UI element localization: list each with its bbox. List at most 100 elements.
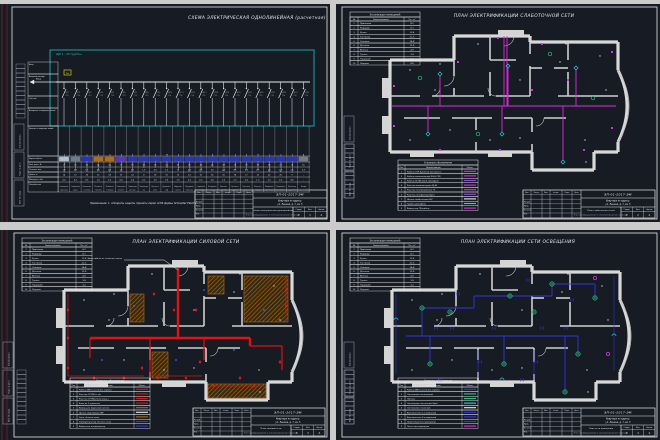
svg-text:Кондицион: Кондицион bbox=[276, 186, 285, 188]
svg-text:Резерв: Резерв bbox=[301, 186, 306, 188]
svg-text:Трубка домофона: Трубка домофона bbox=[407, 203, 427, 206]
svg-text:Инв. № подл.: Инв. № подл. bbox=[19, 190, 22, 204]
svg-text:21,3: 21,3 bbox=[82, 262, 87, 264]
svg-text:Розетка телевизионная TV: Розетка телевизионная TV bbox=[407, 190, 436, 192]
svg-text:Ввод: Ввод bbox=[36, 79, 42, 81]
svg-text:C16: C16 bbox=[236, 95, 239, 97]
svg-text:гостиная: гостиная bbox=[83, 189, 90, 191]
svg-text:C10: C10 bbox=[122, 95, 125, 97]
svg-text:Поз.: Поз. bbox=[399, 385, 404, 387]
svg-text:Кухня: Кухня bbox=[360, 32, 367, 34]
svg-text:Данные отходящих линий: Данные отходящих линий bbox=[29, 127, 53, 130]
svg-text:№: № bbox=[353, 18, 355, 21]
oneline-schematic-drawing: СХЕМА ЭЛЕКТРИЧЕСКАЯ ОДНОЛИНЕЙНАЯ (расчет… bbox=[0, 4, 330, 222]
sheet-title: ПЛАН ЭЛЕКТРИФИКАЦИИ СЛАБОТОЧНОЙ СЕТИ bbox=[454, 12, 575, 19]
svg-text:Освещение: Освещение bbox=[71, 186, 80, 188]
svg-text:Изм.: Изм. bbox=[525, 192, 529, 194]
svg-text:QF19: QF19 bbox=[271, 92, 275, 94]
svg-text:детская: детская bbox=[129, 189, 135, 191]
svg-text:12,6: 12,6 bbox=[410, 271, 415, 273]
svg-text:Блок из 2-х розеток: Блок из 2-х розеток bbox=[79, 403, 101, 405]
svg-text:ул. Ленина, д. 7, кв. 5: ул. Ленина, д. 7, кв. 5 bbox=[605, 421, 631, 424]
svg-text:Освещение: Освещение bbox=[60, 186, 69, 188]
sheet-title: ПЛАН ЭЛЕКТРИФИКАЦИИ СЕТИ ОСВЕЩЕНИЯ bbox=[461, 239, 575, 245]
svg-text:План слаботочных сетей: План слаботочных сетей bbox=[587, 209, 615, 212]
svg-text:Освещение: Освещение bbox=[128, 186, 137, 188]
svg-text:№: № bbox=[353, 244, 355, 247]
svg-text:Щиток слаботочный ЩС: Щиток слаботочный ЩС bbox=[407, 198, 433, 201]
svg-text:Детская: Детская bbox=[32, 271, 42, 273]
svg-text:Пл., м²: Пл., м² bbox=[81, 244, 88, 247]
svg-text:Вводной аппарат: Вводной аппарат bbox=[29, 75, 45, 78]
svg-text:ул. Ленина, д. 7, кв. 5: ул. Ленина, д. 7, кв. 5 bbox=[275, 421, 301, 424]
svg-text:л лоджия: л лоджия bbox=[106, 189, 113, 191]
svg-text:Лоджия: Лоджия bbox=[360, 63, 369, 65]
svg-text:Изм.: Изм. bbox=[195, 410, 199, 412]
svg-text:Розетки гостиная: Розетки гостиная bbox=[223, 154, 225, 171]
svg-text:C16: C16 bbox=[157, 95, 160, 97]
svg-text:QF18: QF18 bbox=[259, 92, 263, 94]
svg-text:Подп.: Подп. bbox=[565, 410, 570, 412]
svg-text:Пров.: Пров. bbox=[194, 424, 199, 426]
svg-text:Лоджия: Лоджия bbox=[360, 289, 369, 291]
svg-text:Ввод кабеля от этажного щита: Ввод кабеля от этажного щита bbox=[88, 257, 123, 260]
svg-text:с/у: с/у bbox=[143, 189, 145, 191]
svg-text:ЭП-01-2017-ЭМ: ЭП-01-2017-ЭМ bbox=[273, 411, 302, 415]
svg-text:Стадия: Стадия bbox=[624, 209, 630, 211]
sheet-title: СХЕМА ЭЛЕКТРИЧЕСКАЯ ОДНОЛИНЕЙНАЯ (расчет… bbox=[188, 14, 326, 21]
svg-text:Марка кабеля: Марка кабеля bbox=[29, 157, 42, 160]
svg-text:Розетка СУ IP44 (влагозащ.): Розетка СУ IP44 (влагозащ.) bbox=[79, 399, 109, 401]
svg-text:Электрооборудование и электроо: Электрооборудование и электроосвещение к… bbox=[244, 432, 299, 435]
svg-text:Н.контр.: Н.контр. bbox=[524, 210, 532, 212]
svg-text:Кабель коаксиальный RG-6 (ТВ): Кабель коаксиальный RG-6 (ТВ) bbox=[407, 175, 441, 178]
svg-text:Розетки коридор: Розетки коридор bbox=[258, 153, 260, 170]
svg-text:Согласовано: Согласовано bbox=[350, 352, 352, 366]
svg-text:C16: C16 bbox=[214, 95, 217, 97]
svg-text:Экспликация помещений: Экспликация помещений bbox=[370, 240, 401, 243]
svg-text:Пров.: Пров. bbox=[196, 206, 201, 208]
sheet-background bbox=[336, 230, 660, 440]
svg-text:Согласовано: Согласовано bbox=[9, 352, 11, 366]
svg-text:Разраб.: Разраб. bbox=[194, 419, 201, 422]
svg-text:C10: C10 bbox=[145, 95, 148, 97]
svg-text:Вывод под кондиционер: Вывод под кондиционер bbox=[79, 426, 106, 428]
svg-text:QF6: QF6 bbox=[122, 92, 125, 94]
svg-text:Изм.: Изм. bbox=[525, 410, 529, 412]
svg-text:C16: C16 bbox=[248, 95, 251, 97]
svg-text:Наименование: Наименование bbox=[373, 245, 389, 247]
svg-text:Пл., м²: Пл., м² bbox=[409, 18, 416, 21]
svg-text:Кухня: Кухня bbox=[360, 258, 367, 260]
svg-text:Прихожая: Прихожая bbox=[32, 249, 44, 251]
svg-text:Пл., м²: Пл., м² bbox=[409, 244, 416, 247]
svg-text:Ванная: Ванная bbox=[360, 276, 369, 278]
svg-text:Спальня: Спальня bbox=[32, 267, 42, 269]
svg-text:12,4: 12,4 bbox=[410, 258, 415, 260]
svg-text:Кол.уч: Кол.уч bbox=[534, 192, 540, 194]
svg-text:Кабель ВВГнг-LS 3х2,5, скрыто: Кабель ВВГнг-LS 3х2,5, скрыто bbox=[79, 388, 112, 391]
svg-text:Обозн.: Обозн. bbox=[467, 166, 474, 169]
svg-text:Аппараты отходящих линий: Аппараты отходящих линий bbox=[29, 109, 55, 112]
sheet-title: ПЛАН ЭЛЕКТРИФИКАЦИИ СИЛОВОЙ СЕТИ bbox=[133, 238, 240, 245]
svg-text:Терморегулятор тёплого пола: Терморегулятор тёплого пола bbox=[79, 421, 112, 424]
svg-text:Кабель КСПВ 4х0,5 (домофон): Кабель КСПВ 4х0,5 (домофон) bbox=[407, 180, 439, 183]
svg-text:Розетка СУ IP20 с з/к: Розетка СУ IP20 с з/к bbox=[79, 394, 102, 396]
svg-text:Туалет: Туалет bbox=[32, 280, 40, 282]
svg-text:QF12: QF12 bbox=[191, 92, 195, 94]
svg-text:QF9: QF9 bbox=[157, 92, 160, 94]
svg-text:Лист: Лист bbox=[216, 192, 220, 194]
svg-text:Розетка компьютерная RJ-45: Розетка компьютерная RJ-45 bbox=[407, 185, 438, 187]
svg-text:Наименование: Наименование bbox=[426, 167, 442, 169]
svg-text:C10: C10 bbox=[134, 95, 137, 97]
svg-text:Экспликация помещений: Экспликация помещений bbox=[42, 240, 73, 243]
svg-text:ЭП-01-2017-ЭМ: ЭП-01-2017-ЭМ bbox=[603, 411, 632, 415]
svg-text:Условные обозначения: Условные обозначения bbox=[424, 380, 452, 383]
svg-text:Инв. № подл.: Инв. № подл. bbox=[8, 408, 11, 422]
svg-text:План сети освещения: План сети освещения bbox=[589, 428, 614, 430]
svg-text:Гардероб: Гардероб bbox=[360, 57, 371, 60]
svg-text:Утв.: Утв. bbox=[196, 214, 200, 216]
svg-text:Полотенце: Полотенце bbox=[288, 186, 296, 188]
svg-text:Холодильн: Холодильн bbox=[208, 186, 216, 188]
svg-text:Стиральна: Стиральна bbox=[197, 186, 205, 188]
svg-text:Щиток квартирный ЩР: Щиток квартирный ЩР bbox=[79, 411, 104, 414]
svg-text:Длина, м: Длина, м bbox=[29, 174, 38, 176]
